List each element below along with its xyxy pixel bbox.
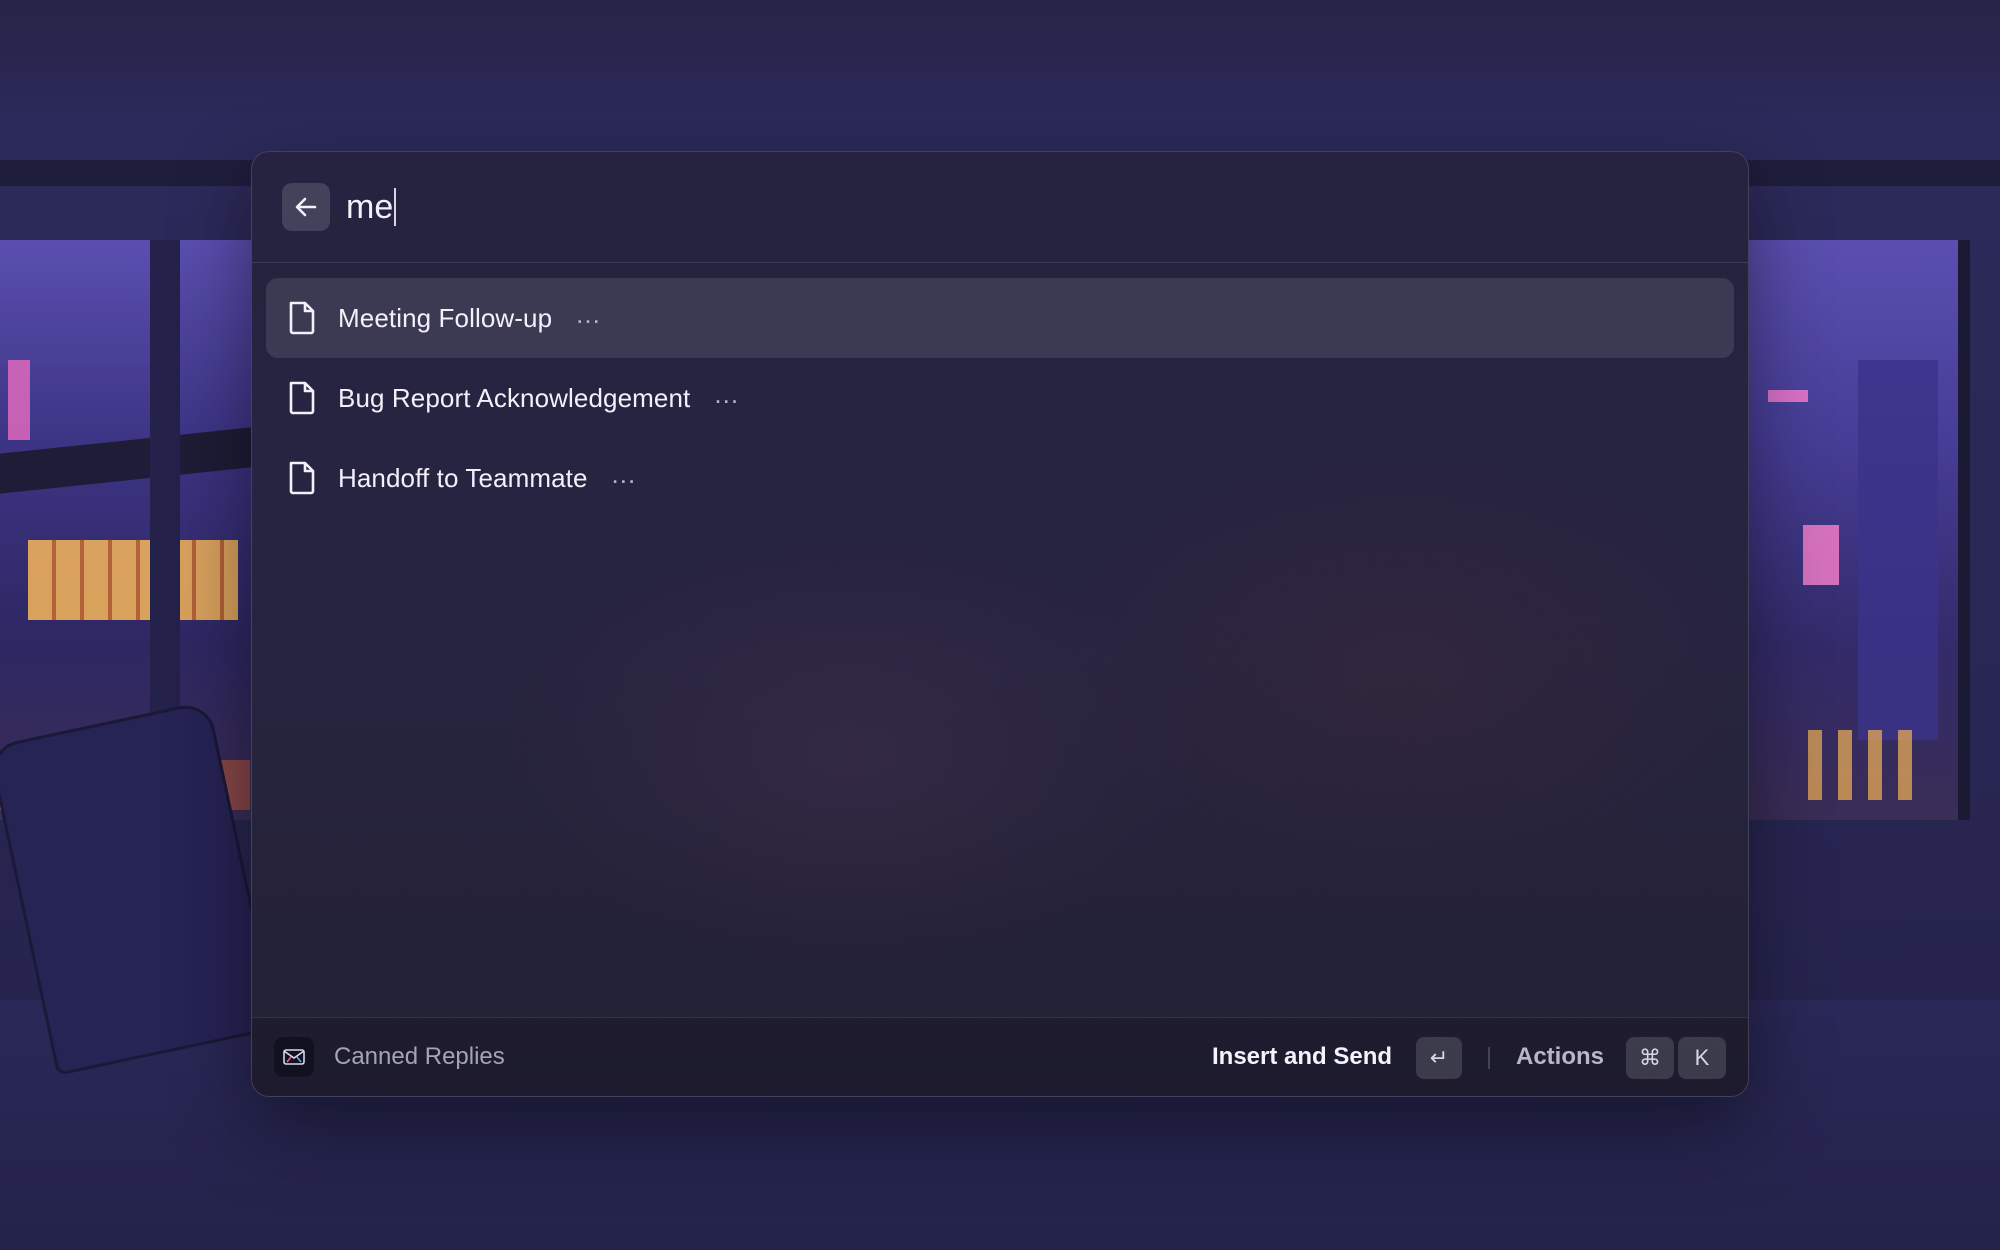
- search-input[interactable]: me: [346, 182, 397, 232]
- wallpaper-lit-windows: [28, 540, 238, 620]
- arrow-left-icon: [293, 194, 319, 220]
- document-icon: [284, 380, 320, 416]
- canned-replies-icon: [274, 1037, 314, 1077]
- extension-name: Canned Replies: [334, 1043, 505, 1070]
- insert-and-send-button[interactable]: Insert and Send: [1212, 1018, 1392, 1096]
- list-item[interactable]: Bug Report Acknowledgement ...: [266, 358, 1734, 438]
- result-title: Meeting Follow-up: [338, 302, 553, 333]
- command-key-hint: ⌘: [1626, 1037, 1674, 1079]
- enter-key-hint: ↵: [1416, 1037, 1462, 1079]
- wallpaper-tower: [1858, 360, 1938, 740]
- list-item[interactable]: Meeting Follow-up ...: [266, 278, 1734, 358]
- k-key-hint: K: [1678, 1037, 1726, 1079]
- result-more: ...: [714, 378, 740, 409]
- result-more: ...: [611, 458, 637, 489]
- search-bar: me: [252, 152, 1748, 263]
- wallpaper-neon-sign: [1803, 525, 1839, 585]
- document-icon: [284, 460, 320, 496]
- action-bar: Canned Replies Insert and Send ↵ Actions…: [252, 1017, 1748, 1096]
- text-caret: [394, 188, 397, 226]
- back-button[interactable]: [282, 183, 330, 231]
- actions-button[interactable]: Actions: [1516, 1018, 1604, 1096]
- wallpaper-roof: [0, 426, 260, 494]
- search-query: me: [346, 188, 394, 226]
- results-list: Meeting Follow-up ... Bug Report Acknowl…: [266, 278, 1734, 518]
- result-more: ...: [576, 298, 601, 329]
- result-title: Bug Report Acknowledgement: [338, 382, 691, 413]
- wallpaper-window-right: [1740, 240, 1970, 820]
- wallpaper-neon-sign: [8, 360, 30, 440]
- wallpaper-neon-sign-small: [1768, 390, 1808, 402]
- document-icon: [284, 300, 320, 336]
- wallpaper-lit-windows: [1808, 730, 1928, 800]
- launcher-window: me Meeting Follow-up ... Bug Report Ackn…: [251, 151, 1749, 1097]
- result-title: Handoff to Teammate: [338, 462, 588, 493]
- list-item[interactable]: Handoff to Teammate ...: [266, 438, 1734, 518]
- action-divider: [1488, 1047, 1490, 1069]
